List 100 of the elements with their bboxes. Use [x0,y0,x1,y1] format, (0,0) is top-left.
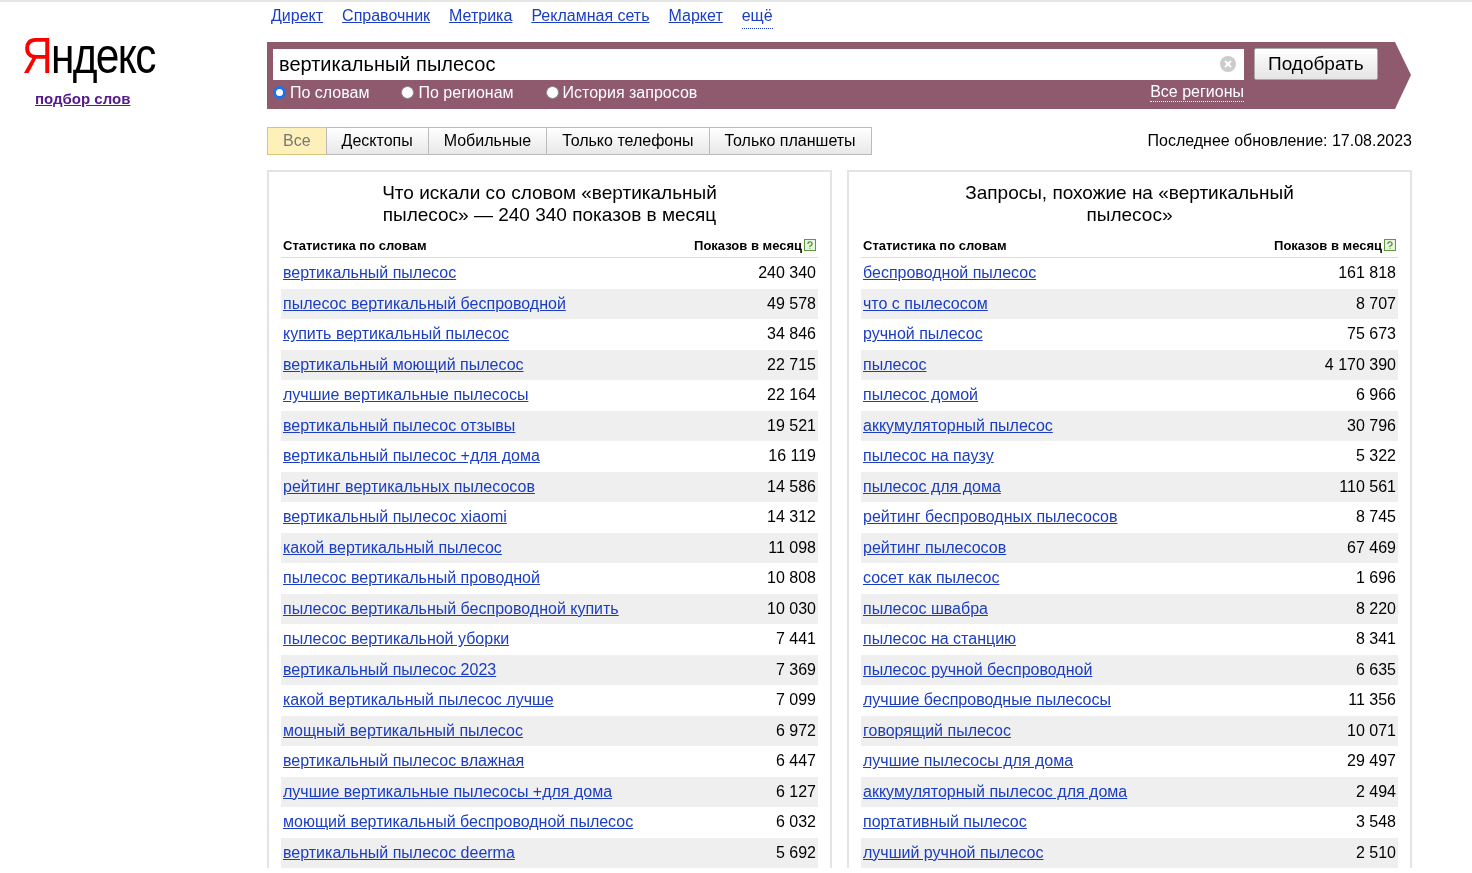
keyword-link[interactable]: аккумуляторный пылесос [863,413,1053,438]
keyword-link[interactable]: моющий вертикальный беспроводной пылесос [283,810,634,835]
impressions-count: 75 673 [1347,324,1396,345]
impressions-count: 67 469 [1347,537,1396,558]
more-link[interactable]: ещё [741,3,773,29]
impressions-count: 11 098 [768,537,816,558]
device-tab[interactable]: Все [267,127,327,155]
keyword-link[interactable]: ручной пылесос [863,322,983,347]
keyword-link[interactable]: пылесос вертикальной уборки [283,627,510,652]
impressions-count: 22 715 [767,354,816,375]
keyword-link[interactable]: рейтинг вертикальных пылесосов [283,474,535,499]
keyword-link[interactable]: пылесос вертикальный беспроводной [283,291,566,316]
impressions-count: 22 164 [767,385,816,406]
impressions-count: 6 447 [775,751,816,772]
keyword-link[interactable]: лучшие вертикальные пылесосы +для дома [283,779,613,804]
impressions-count: 49 578 [767,293,816,314]
impressions-count: 14 586 [767,476,816,497]
keyword-link[interactable]: что с пылесосом [863,291,988,316]
keyword-link[interactable]: пылесос [863,352,927,377]
help-icon[interactable] [804,239,816,252]
impressions-count: 4 170 390 [1324,354,1396,375]
keyword-link[interactable]: говорящий пылесос [863,718,1011,743]
keyword-link[interactable]: портативный пылесос [863,810,1027,835]
keyword-link[interactable]: пылесос для дома [863,474,1001,499]
keyword-link[interactable]: лучшие вертикальные пылесосы [283,383,529,408]
keyword-link[interactable]: пылесос на паузу [863,444,994,469]
device-tab[interactable]: Десктопы [325,127,429,155]
impressions-count: 7 441 [775,629,816,650]
keyword-link[interactable]: лучший ручной пылесос [863,840,1044,865]
nav-link[interactable]: Маркет [668,4,723,28]
impressions-count: 8 341 [1355,629,1396,650]
radio-button[interactable] [545,86,559,99]
impressions-count: 14 312 [767,507,816,528]
impressions-count: 7 099 [775,690,816,711]
impressions-count: 8 745 [1355,507,1396,528]
impressions-count: 10 030 [767,598,816,619]
keyword-link[interactable]: беспроводной пылесос [863,261,1037,286]
impressions-count: 19 521 [767,415,816,436]
region-link[interactable]: Все регионы [1150,83,1244,102]
keyword-link[interactable]: лучшие беспроводные пылесосы [863,688,1111,713]
keyword-link[interactable]: купить вертикальный пылесос [283,322,510,347]
keyword-link[interactable]: аккумуляторный пылесос для дома [863,779,1128,804]
keyword-link[interactable]: рейтинг пылесосов [863,535,1007,560]
keyword-link[interactable]: вертикальный пылесос xiaomi [283,505,507,530]
impressions-count: 7 369 [775,659,816,680]
keyword-link[interactable]: вертикальный пылесос 2023 [283,657,497,682]
device-tab[interactable]: Только телефоны [546,127,710,155]
keyword-link[interactable]: пылесос на станцию [863,627,1017,652]
radio-button[interactable] [273,86,286,99]
device-tab[interactable]: Только планшеты [708,127,872,155]
impressions-count: 110 561 [1339,476,1396,497]
nav-link[interactable]: Директ [271,4,324,28]
keyword-link[interactable]: вертикальный пылесос [283,261,457,286]
keyword-link[interactable]: какой вертикальный пылесос [283,535,502,560]
impressions-count: 1 696 [1355,568,1396,589]
keyword-link[interactable]: вертикальный пылесос влажная [283,749,525,774]
impressions-count: 30 796 [1347,415,1396,436]
impressions-count: 10 071 [1347,720,1396,741]
keyword-link[interactable]: лучшие пылесосы для дома [863,749,1074,774]
yandex-logo[interactable]: Яндекс [22,28,155,84]
impressions-count: 6 966 [1355,385,1396,406]
keyword-link[interactable]: пылесос ручной беспроводной [863,657,1093,682]
keyword-link[interactable]: какой вертикальный пылесос лучше [283,688,554,713]
impressions-count: 11 356 [1348,690,1396,711]
search-field[interactable]: вертикальный пылесос [273,48,1244,80]
impressions-count: 34 846 [767,324,816,345]
impressions-count: 161 818 [1338,263,1396,284]
keyword-link[interactable]: вертикальный моющий пылесос [283,352,524,377]
impressions-count: 240 340 [758,263,816,284]
impressions-count: 5 692 [775,842,816,863]
subtitle-link[interactable]: подбор слов [35,88,131,111]
impressions-count: 29 497 [1347,751,1396,772]
help-icon[interactable] [1384,239,1396,252]
keyword-link[interactable]: вертикальный пылесос отзывы [283,413,516,438]
column-header: Статистика по словам [283,236,427,255]
keyword-link[interactable]: пылесос швабра [863,596,988,621]
keyword-link[interactable]: рейтинг беспроводных пылесосов [863,505,1118,530]
keyword-link[interactable]: пылесос домой [863,383,978,408]
panel-title: Что искали со словом «вертикальный пылесос» — 240 340 показов в месяц [381,182,718,226]
keyword-link[interactable]: вертикальный пылесос deerma [283,840,515,865]
impressions-count: 8 707 [1355,293,1396,314]
panel-title: Запросы, похожие на «вертикальный пылесос» [964,182,1295,226]
radio-label: По регионам [418,82,514,103]
radio-button[interactable] [401,86,415,99]
keyword-link[interactable]: пылесос вертикальный беспроводной купить [283,596,619,621]
impressions-count: 6 972 [775,720,816,741]
submit-button[interactable]: Подобрать [1254,48,1378,80]
keyword-link[interactable]: пылесос вертикальный проводной [283,566,540,591]
impressions-count: 6 127 [775,781,816,802]
nav-link[interactable]: Рекламная сеть [531,4,650,28]
keyword-link[interactable]: сосет как пылесос [863,566,1000,591]
impressions-count: 3 548 [1355,812,1396,833]
column-header: Показов в месяц [694,236,802,255]
nav-link[interactable]: Справочник [342,4,431,28]
keyword-link[interactable]: вертикальный пылесос +для дома [283,444,540,469]
impressions-count: 10 808 [767,568,816,589]
impressions-count: 5 322 [1355,446,1396,467]
nav-link[interactable]: Метрика [449,4,513,28]
device-tab[interactable]: Мобильные [427,127,548,155]
keyword-link[interactable]: мощный вертикальный пылесос [283,718,523,743]
